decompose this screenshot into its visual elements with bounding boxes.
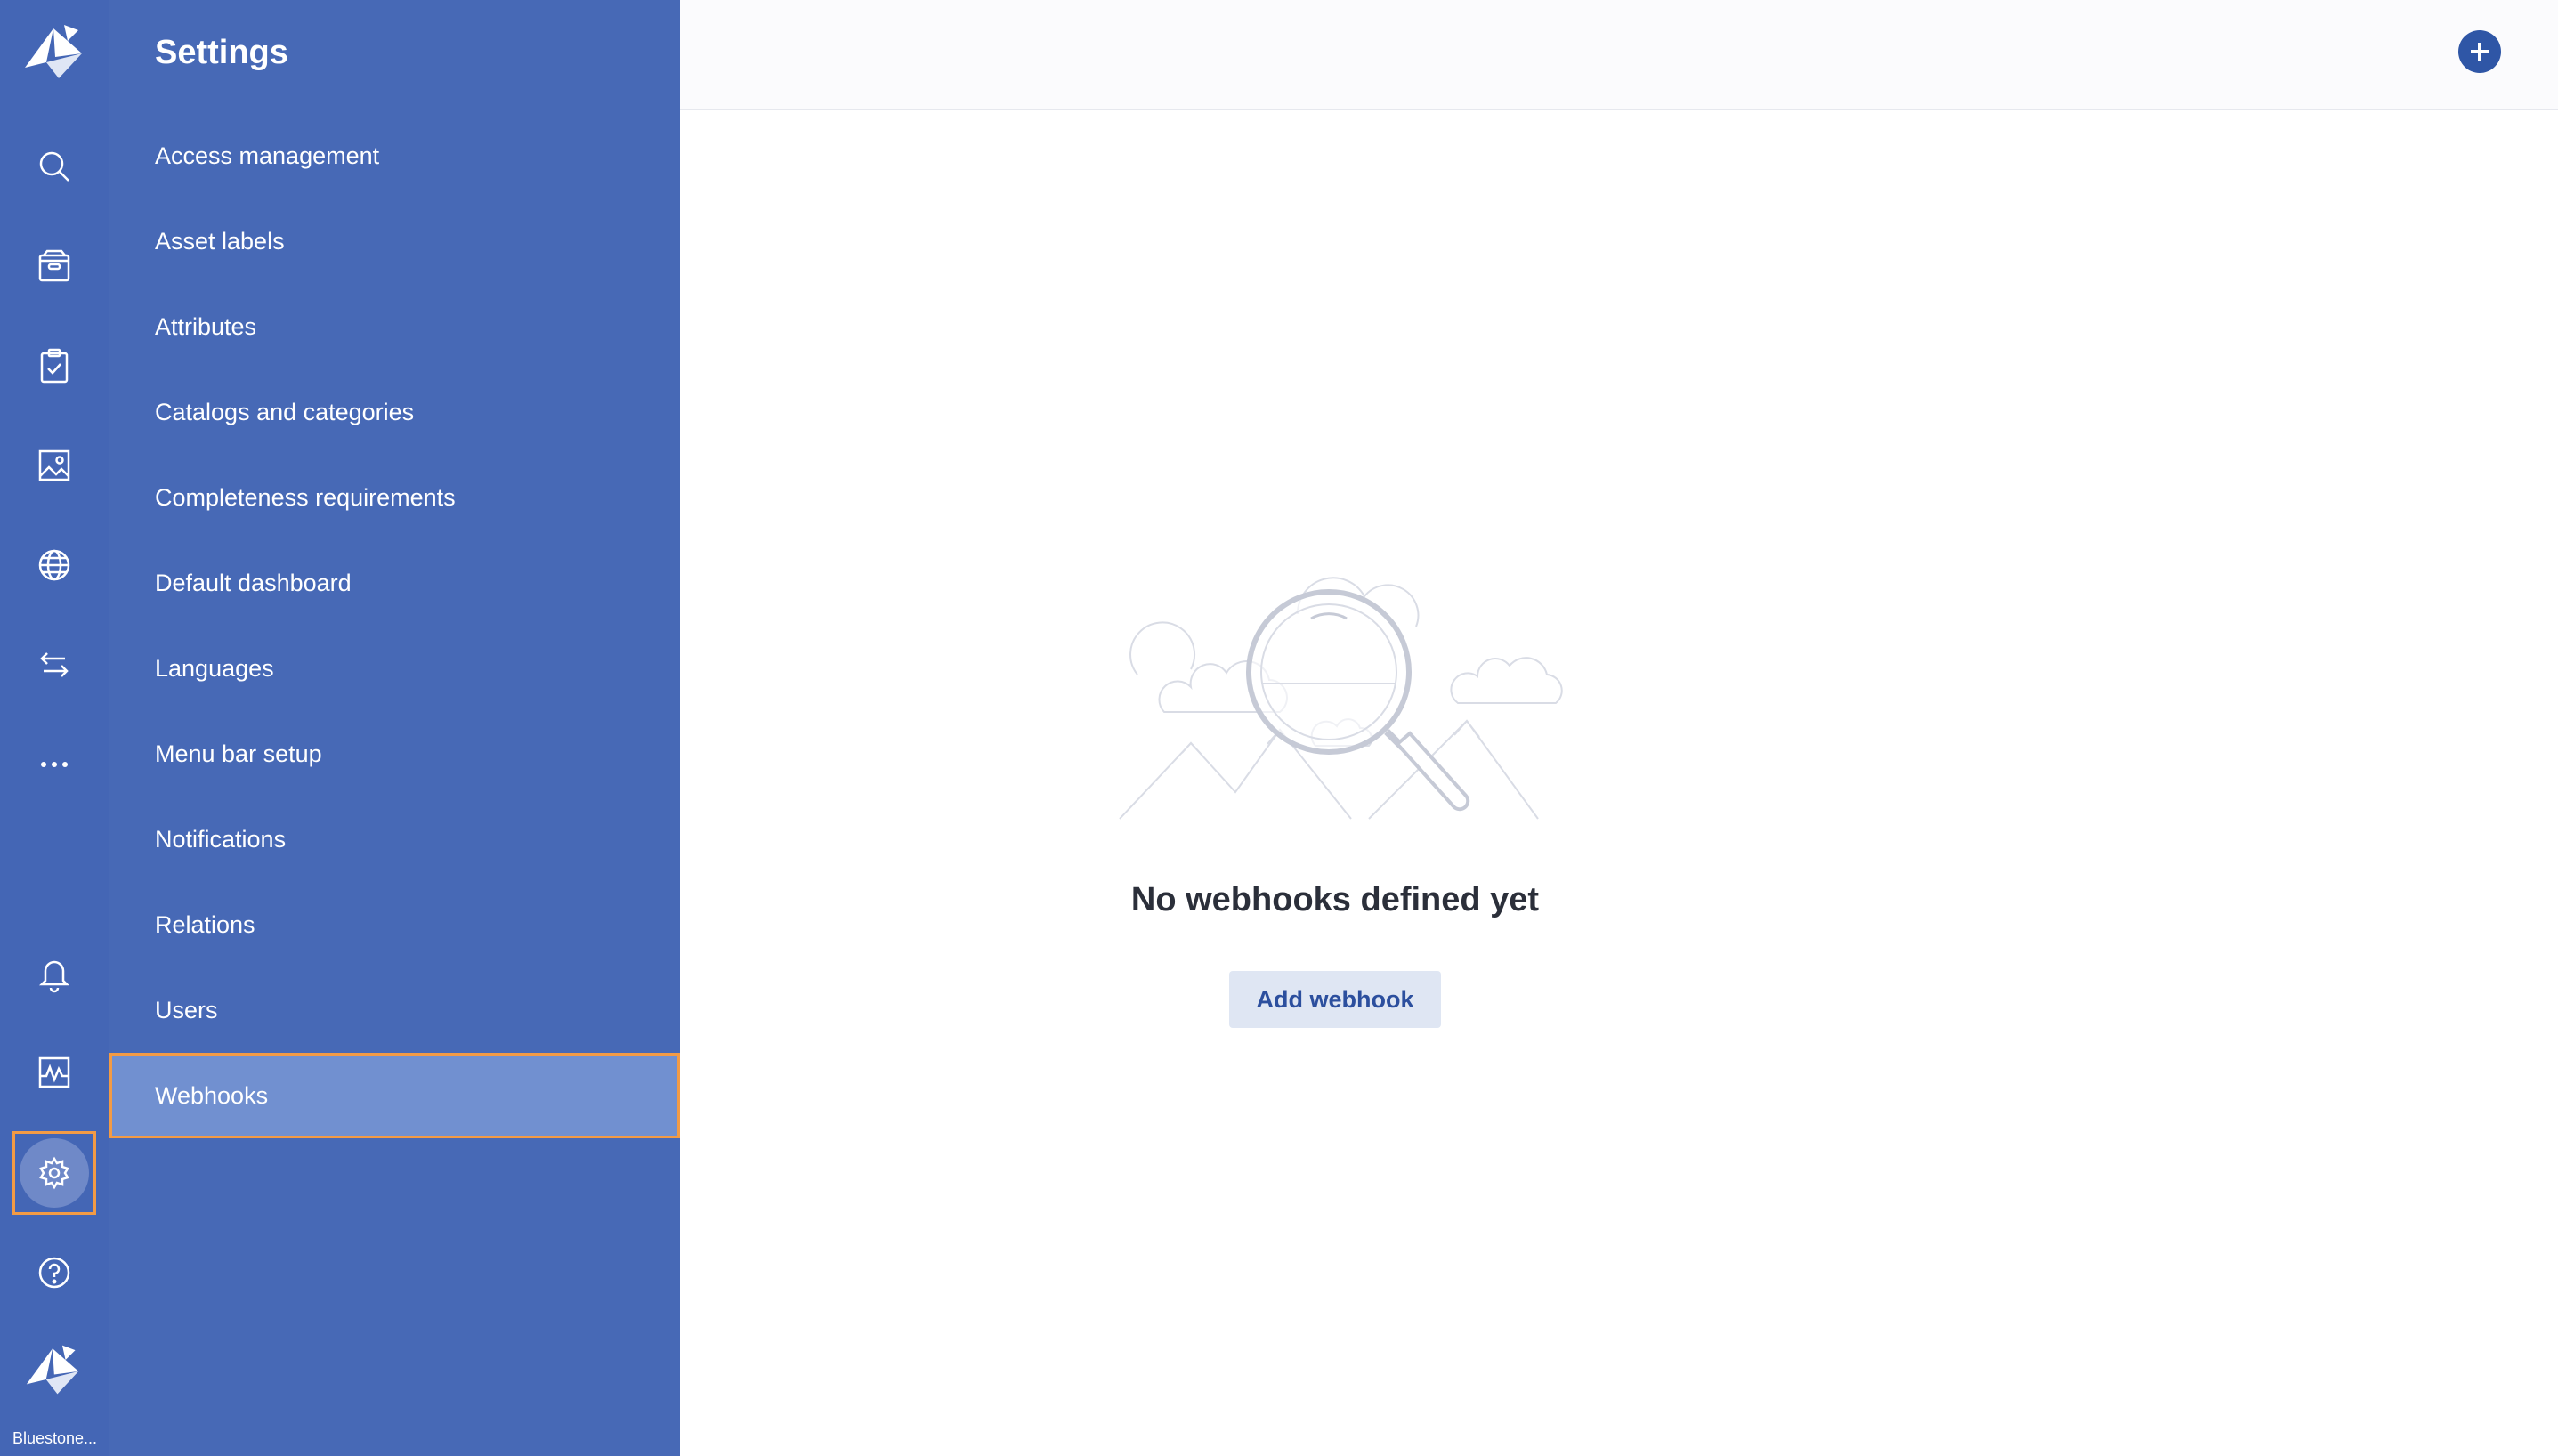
org-logo-icon[interactable] [21, 1342, 84, 1397]
sidebar-item-default-dashboard[interactable]: Default dashboard [109, 540, 680, 626]
icon-rail: Bluestone... [0, 0, 111, 1456]
empty-state-magnifier-illustration [1119, 577, 1563, 820]
add-webhook-button[interactable]: Add webhook [1229, 971, 1441, 1028]
sidebar-item-users[interactable]: Users [109, 967, 680, 1053]
org-name[interactable]: Bluestone... [0, 1429, 109, 1448]
top-bar [680, 0, 2558, 110]
plus-icon [2471, 43, 2489, 61]
clipboard-check-icon[interactable] [12, 324, 96, 408]
arrows-exchange-icon[interactable] [12, 623, 96, 707]
sidebar-item-relations[interactable]: Relations [109, 882, 680, 967]
image-icon[interactable] [12, 424, 96, 507]
logo-icon[interactable] [20, 21, 87, 82]
help-icon[interactable] [12, 1231, 96, 1314]
search-icon[interactable] [12, 125, 96, 208]
settings-sidebar: Settings Access management Asset labels … [109, 0, 680, 1456]
add-button[interactable] [2458, 30, 2501, 73]
sidebar-item-access-management[interactable]: Access management [109, 113, 680, 198]
sidebar-item-catalogs-and-categories[interactable]: Catalogs and categories [109, 369, 680, 455]
sidebar-title: Settings [155, 34, 288, 71]
empty-state-title: No webhooks defined yet [1130, 881, 1540, 918]
sidebar-item-attributes[interactable]: Attributes [109, 284, 680, 369]
more-dots-icon[interactable] [12, 723, 96, 806]
sidebar-item-menu-bar-setup[interactable]: Menu bar setup [109, 711, 680, 797]
sidebar-item-asset-labels[interactable]: Asset labels [109, 198, 680, 284]
activity-icon[interactable] [12, 1031, 96, 1114]
sidebar-item-completeness-requirements[interactable]: Completeness requirements [109, 455, 680, 540]
globe-icon[interactable] [12, 523, 96, 607]
bell-icon[interactable] [12, 932, 96, 1015]
sidebar-item-webhooks[interactable]: Webhooks [109, 1053, 680, 1138]
sidebar-item-notifications[interactable]: Notifications [109, 797, 680, 882]
box-icon[interactable] [12, 224, 96, 308]
sidebar-item-languages[interactable]: Languages [109, 626, 680, 711]
gear-icon[interactable] [12, 1131, 96, 1215]
